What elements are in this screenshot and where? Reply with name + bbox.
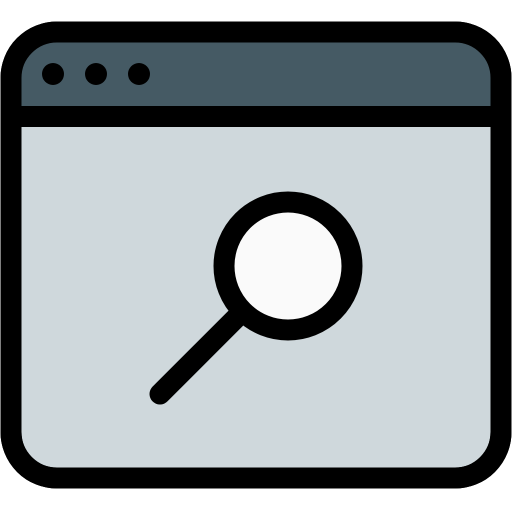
window-dot-icon	[128, 63, 150, 85]
title-bar-divider	[11, 106, 501, 127]
window-dot-icon	[42, 63, 64, 85]
magnifier-lens-icon	[213, 191, 363, 341]
browser-search-icon-container	[0, 0, 512, 512]
browser-search-icon	[0, 21, 512, 489]
window-dot-icon	[85, 63, 107, 85]
